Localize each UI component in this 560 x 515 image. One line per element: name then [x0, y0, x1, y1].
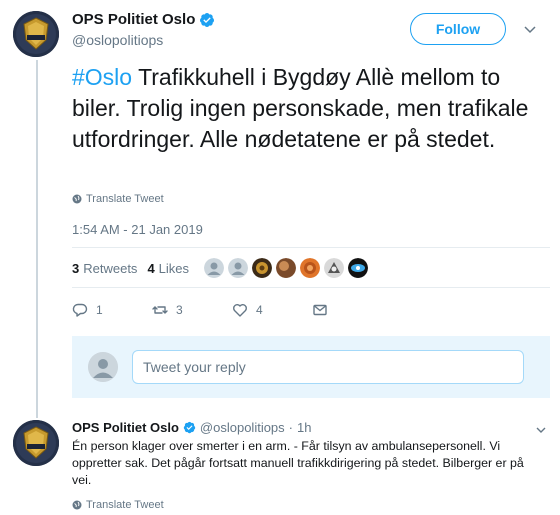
reply-author-avatar[interactable]	[13, 420, 59, 466]
direct-message-action[interactable]	[312, 302, 392, 318]
chevron-down-icon[interactable]	[523, 22, 537, 36]
tweet-text: #Oslo Trafikkuhell i Bygdøy Allè mellom …	[72, 62, 550, 155]
translate-label[interactable]: Translate Tweet	[86, 193, 164, 205]
hashtag-link[interactable]: #Oslo	[72, 64, 132, 90]
verified-badge-icon	[183, 421, 196, 434]
liker-avatar[interactable]	[276, 258, 296, 278]
reply-translate-label[interactable]: Translate Tweet	[86, 499, 164, 511]
follow-button[interactable]: Follow	[410, 13, 506, 45]
liker-avatar[interactable]	[228, 258, 248, 278]
author-avatar[interactable]	[13, 11, 59, 57]
reply-separator: ·	[288, 420, 294, 435]
likes-count: 4	[147, 261, 155, 276]
liker-avatar[interactable]	[252, 258, 272, 278]
reply-count: 1	[96, 303, 103, 317]
liker-avatar[interactable]	[348, 258, 368, 278]
tweet-actions: 1 3 4	[72, 302, 392, 318]
likes-stat[interactable]: 4 Likes	[147, 261, 189, 276]
liker-avatar[interactable]	[300, 258, 320, 278]
author-name-text[interactable]: OPS Politiet Oslo	[72, 11, 195, 28]
liker-avatar[interactable]	[324, 258, 344, 278]
retweets-label: Retweets	[83, 261, 138, 276]
globe-icon	[72, 500, 82, 510]
likes-label: Likes	[158, 261, 190, 276]
reply-input[interactable]: Tweet your reply	[132, 350, 524, 384]
reply-header: OPS Politiet Oslo @oslopolitiops · 1h	[72, 420, 311, 435]
reply-action[interactable]: 1	[72, 302, 152, 318]
default-avatar-icon	[88, 352, 118, 382]
retweet-icon	[152, 306, 168, 314]
retweet-action[interactable]: 3	[152, 302, 232, 318]
message-icon	[313, 304, 327, 316]
translate-tweet-link[interactable]: Translate Tweet	[72, 193, 164, 205]
thread-line	[36, 60, 38, 418]
retweets-stat[interactable]: 3 Retweets	[72, 261, 137, 276]
likers-avatars	[204, 258, 368, 278]
reply-text: Én person klager over smerter i en arm. …	[72, 439, 524, 487]
reply-composer: Tweet your reply	[72, 336, 550, 398]
tweet-timestamp[interactable]: 1:54 AM - 21 Jan 2019	[72, 222, 203, 237]
like-action[interactable]: 4	[232, 302, 312, 318]
reply-handle[interactable]: @oslopolitiops	[200, 420, 285, 435]
divider	[72, 287, 550, 288]
like-count: 4	[256, 303, 263, 317]
author-name[interactable]: OPS Politiet Oslo	[72, 11, 215, 28]
tweet-body: Trafikkuhell i Bygdøy Allè mellom to bil…	[72, 64, 529, 152]
divider	[72, 247, 550, 248]
author-handle[interactable]: @oslopolitiops	[72, 32, 163, 48]
heart-icon	[233, 304, 247, 317]
globe-icon	[72, 194, 82, 204]
reply-author-name[interactable]: OPS Politiet Oslo	[72, 420, 179, 435]
verified-badge-icon	[200, 12, 215, 27]
reply-icon	[72, 303, 88, 317]
reply-translate-link[interactable]: Translate Tweet	[72, 499, 164, 511]
chevron-down-icon[interactable]	[535, 424, 547, 436]
retweet-count: 3	[176, 303, 183, 317]
tweet-stats: 3 Retweets 4 Likes	[72, 261, 199, 276]
retweets-count: 3	[72, 261, 80, 276]
reply-age[interactable]: 1h	[297, 420, 311, 435]
liker-avatar[interactable]	[204, 258, 224, 278]
